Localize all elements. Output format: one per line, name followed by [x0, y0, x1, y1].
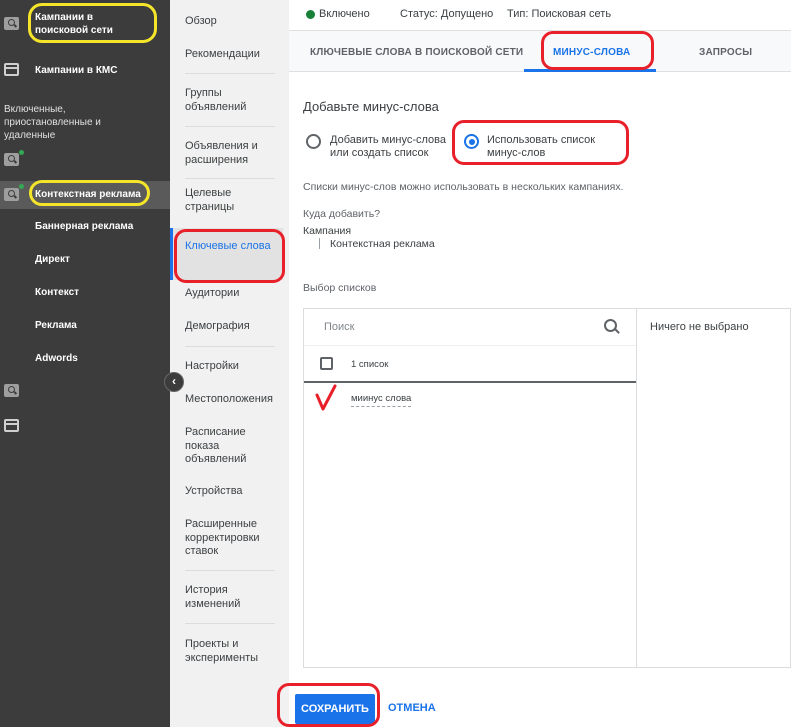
nav-item-locations[interactable]: Местоположения: [185, 393, 275, 407]
divider: [185, 73, 275, 74]
status-bar: Включено Статус: Допущено Тип: Поисковая…: [289, 0, 791, 30]
nav-item-drafts-experiments[interactable]: Проекты и эксперименты: [185, 638, 275, 665]
radio-add-negative-keywords[interactable]: [306, 134, 321, 149]
search-icon: [4, 188, 19, 201]
filter-label: Включенные, приостановленные и удаленные: [4, 104, 101, 141]
sidebar-item-label: Кампании в КМС: [35, 65, 118, 76]
nav-item-recommendations[interactable]: Рекомендации: [185, 48, 275, 62]
nav-item-audiences[interactable]: Аудитории: [185, 287, 275, 301]
search-icon[interactable]: [4, 384, 19, 397]
save-button[interactable]: СОХРАНИТЬ: [295, 694, 375, 724]
sidebar-item-display-campaigns[interactable]: Кампании в КМС: [0, 60, 170, 80]
list-picker: Поиск 1 список миинус слова Ничего не вы…: [303, 308, 791, 668]
nav-item-ad-groups[interactable]: Группы объявлений: [185, 87, 275, 114]
enabled-status-icon: [306, 10, 315, 19]
nav-item-landing-pages[interactable]: Целевые страницы: [185, 187, 275, 214]
search-icon[interactable]: [604, 319, 620, 335]
tab-search-terms[interactable]: ЗАПРОСЫ: [699, 47, 752, 58]
highlight-annotation: [28, 3, 157, 43]
image-search-icon[interactable]: [4, 419, 19, 432]
campaign-item[interactable]: Контекст: [35, 287, 79, 298]
where-label: Куда добавить?: [303, 208, 381, 220]
nav-item-change-history[interactable]: История изменений: [185, 584, 275, 611]
enabled-status[interactable]: Включено: [319, 8, 370, 20]
display-window-icon: [4, 63, 19, 76]
tab-bar: КЛЮЧЕВЫЕ СЛОВА В ПОИСКОВОЙ СЕТИ МИНУС-СЛ…: [289, 30, 791, 72]
campaign-item[interactable]: Баннерная реклама: [35, 221, 133, 232]
nav-active-indicator: [170, 228, 283, 280]
divider: [185, 623, 275, 624]
select-all-checkbox[interactable]: [320, 357, 333, 370]
search-icon[interactable]: [4, 153, 19, 166]
hint-text: Списки минус-слов можно использовать в н…: [303, 181, 624, 193]
campaign-item[interactable]: Реклама: [35, 320, 77, 331]
campaign-type: Тип: Поисковая сеть: [507, 8, 612, 20]
campaign-label: Кампания: [303, 225, 352, 237]
list-count: 1 список: [351, 359, 389, 370]
radio-label-use-list[interactable]: Использовать список минус-слов: [487, 134, 617, 160]
nav-item-settings[interactable]: Настройки: [185, 360, 275, 374]
campaign-value: Контекстная реклама: [330, 238, 435, 250]
selected-lists-empty: Ничего не выбрано: [650, 321, 749, 333]
list-picker-available: Поиск 1 список миинус слова: [304, 309, 637, 667]
left-sidebar: Кампании в поисковой сети Кампании в КМС…: [0, 0, 170, 727]
divider: [304, 345, 636, 346]
collapse-sidebar-button[interactable]: ‹: [164, 372, 184, 392]
campaign-item[interactable]: Директ: [35, 254, 70, 265]
form-heading: Добавьте минус-слова: [303, 99, 439, 114]
tab-negative-keywords[interactable]: МИНУС-СЛОВА: [553, 47, 630, 58]
campaign-item[interactable]: Adwords: [35, 353, 78, 364]
divider: [304, 381, 636, 383]
tree-line: [319, 238, 320, 249]
divider: [185, 570, 275, 571]
nav-item-overview[interactable]: Обзор: [185, 15, 275, 29]
section-nav: Обзор Рекомендации Группы объявлений Объ…: [170, 0, 289, 727]
divider: [185, 126, 275, 127]
nav-item-devices[interactable]: Устройства: [185, 485, 275, 499]
search-icon: [4, 17, 19, 30]
approval-status: Статус: Допущено: [400, 8, 494, 20]
checkmark-annotation: [315, 384, 337, 411]
radio-use-list[interactable]: [464, 134, 479, 149]
divider: [185, 178, 275, 179]
tab-search-keywords[interactable]: КЛЮЧЕВЫЕ СЛОВА В ПОИСКОВОЙ СЕТИ: [310, 47, 523, 58]
nav-item-ads-extensions[interactable]: Объявления и расширения: [185, 140, 275, 167]
nav-item-demographics[interactable]: Демография: [185, 320, 275, 334]
status-dot: [19, 184, 24, 189]
highlight-annotation: [29, 180, 150, 206]
radio-label-add[interactable]: Добавить минус-слова или создать список: [330, 134, 455, 160]
cancel-button[interactable]: ОТМЕНА: [388, 702, 436, 714]
divider: [185, 346, 275, 347]
search-input[interactable]: Поиск: [324, 321, 354, 333]
nav-item-keywords[interactable]: Ключевые слова: [185, 240, 275, 254]
nav-item-ad-schedule[interactable]: Расписание показа объявлений: [185, 426, 275, 467]
nav-item-bid-adjustments[interactable]: Расширенные корректировки ставок: [185, 518, 275, 559]
list-item-negative-keywords[interactable]: миинус слова: [351, 393, 412, 407]
status-dot: [19, 150, 24, 155]
lists-label: Выбор списков: [303, 282, 377, 294]
